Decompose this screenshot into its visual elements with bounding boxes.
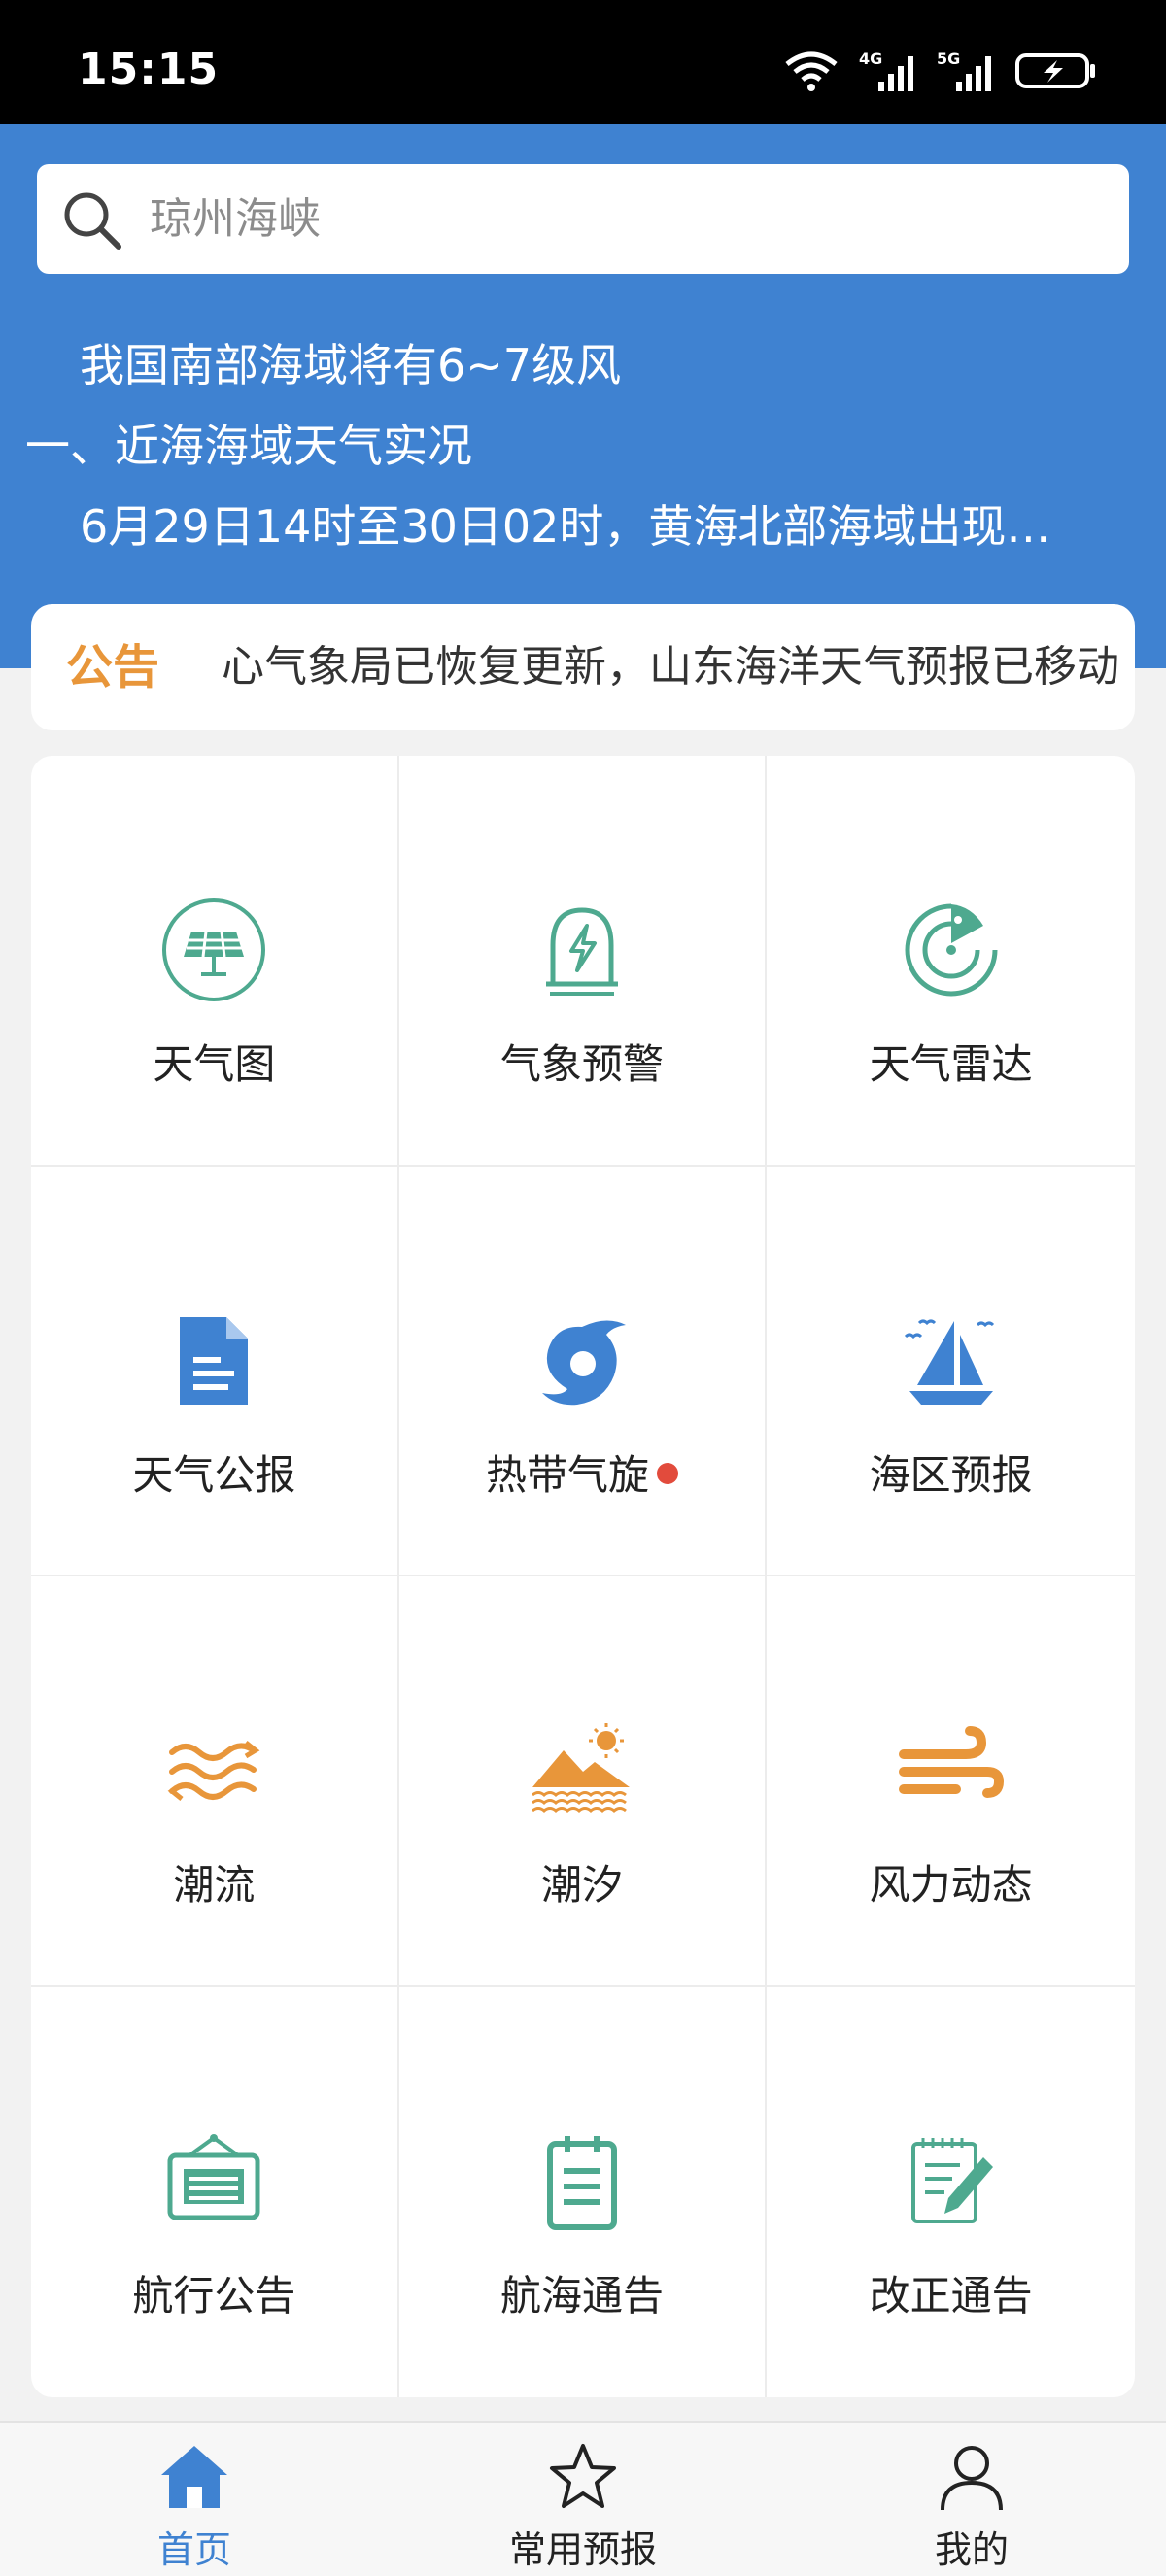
notice-board-icon [167,2133,260,2220]
star-icon [550,2444,616,2508]
grid-item-label: 改正通告 [869,2271,1033,2320]
home-icon [161,2446,227,2508]
feature-grid: 天气图 气象预警 天气雷达 天气公报 热带气旋 海区预报 潮流 潮汐 风力动态 … [31,756,1135,2397]
tab-home[interactable]: 首页 [0,2423,389,2576]
net2-label: 5G [937,50,960,68]
grid-item-weather-map[interactable]: 天气图 [31,756,399,1167]
search-bar[interactable]: 琼州海峡 [37,164,1129,274]
grid-item-navigation-notice[interactable]: 航行公告 [31,1986,399,2397]
user-icon [941,2446,1003,2511]
header-banner: 琼州海峡 我国南部海域将有6~7级风 一、近海海域天气实况 6月29日14时至3… [0,124,1166,668]
grid-item-correction-notice[interactable]: 改正通告 [767,1987,1135,2398]
solar-panel-icon [162,898,266,1001]
headline-3[interactable]: 6月29日14时至30日02时，黄海北部海域出现… [80,491,1139,556]
grid-item-label: 热带气旋 [486,1442,678,1502]
grid-item-sea-area-forecast[interactable]: 海区预报 [767,1167,1135,1576]
grid-item-weather-bulletin[interactable]: 天气公报 [31,1166,399,1576]
grid-item-tide[interactable]: 潮汐 [398,1576,768,1987]
wind-icon [898,1726,1004,1798]
tide-mountain-icon [532,1723,630,1813]
document-icon [180,1316,249,1405]
net1-label: 4G [859,50,882,68]
status-time: 15:15 [78,45,220,94]
grid-item-label: 航海通告 [499,2271,664,2320]
headline-2[interactable]: 一、近海海域天气实况 [25,411,472,475]
headline-1[interactable]: 我国南部海域将有6~7级风 [80,330,621,394]
grid-item-weather-radar[interactable]: 天气雷达 [767,756,1135,1167]
current-waves-icon [167,1741,260,1801]
bottom-tab-bar: 首页 常用预报 我的 [0,2421,1166,2576]
grid-item-tropical-cyclone[interactable]: 热带气旋 [398,1166,768,1576]
new-badge-dot [657,1463,678,1484]
grid-item-label: 潮汐 [540,1861,623,1909]
search-icon [64,192,121,250]
wifi-icon [785,51,838,91]
notice-bar[interactable]: 公告 心气象局已恢复更新，山东海洋天气预报已移动 [31,604,1135,730]
grid-item-label: 天气图 [153,1040,276,1088]
tab-common-forecast[interactable]: 常用预报 [389,2423,777,2576]
notice-marquee[interactable]: 心气象局已恢复更新，山东海洋天气预报已移动 [222,604,1135,730]
grid-item-label: 风力动态 [869,1861,1033,1909]
tab-label: 我的 [934,2528,1009,2571]
grid-item-label: 天气雷达 [869,1040,1033,1088]
grid-item-weather-warning[interactable]: 气象预警 [398,756,768,1167]
cyclone-icon [541,1319,626,1405]
system-icons: 4G 5G [783,47,1098,95]
grid-item-label: 天气公报 [132,1450,296,1499]
grid-item-label: 航行公告 [132,2271,296,2320]
grid-item-label: 海区预报 [869,1450,1033,1499]
battery-charging-icon [1015,53,1095,88]
grid-item-wind-dynamics[interactable]: 风力动态 [767,1576,1135,1987]
status-bar: 15:15 4G 5G [0,0,1166,124]
tab-label: 常用预报 [508,2528,657,2571]
grid-item-label-text: 热带气旋 [485,1450,649,1499]
signal-5g-icon: 5G [937,50,991,91]
grid-item-label: 气象预警 [499,1040,664,1088]
edit-note-icon [910,2137,993,2223]
sailboat-icon [904,1319,994,1405]
search-input[interactable]: 琼州海峡 [150,164,321,274]
lightning-warning-icon [545,907,618,996]
grid-item-nautical-notice[interactable]: 航海通告 [399,1986,768,2397]
tab-label: 首页 [156,2528,231,2571]
radar-icon [905,903,998,997]
tab-mine[interactable]: 我的 [777,2423,1166,2576]
grid-item-current[interactable]: 潮流 [31,1576,399,1987]
clipboard-icon [546,2135,617,2230]
grid-item-label: 潮流 [173,1861,256,1909]
signal-4g-icon: 4G [859,50,913,91]
notice-label: 公告 [66,640,160,695]
